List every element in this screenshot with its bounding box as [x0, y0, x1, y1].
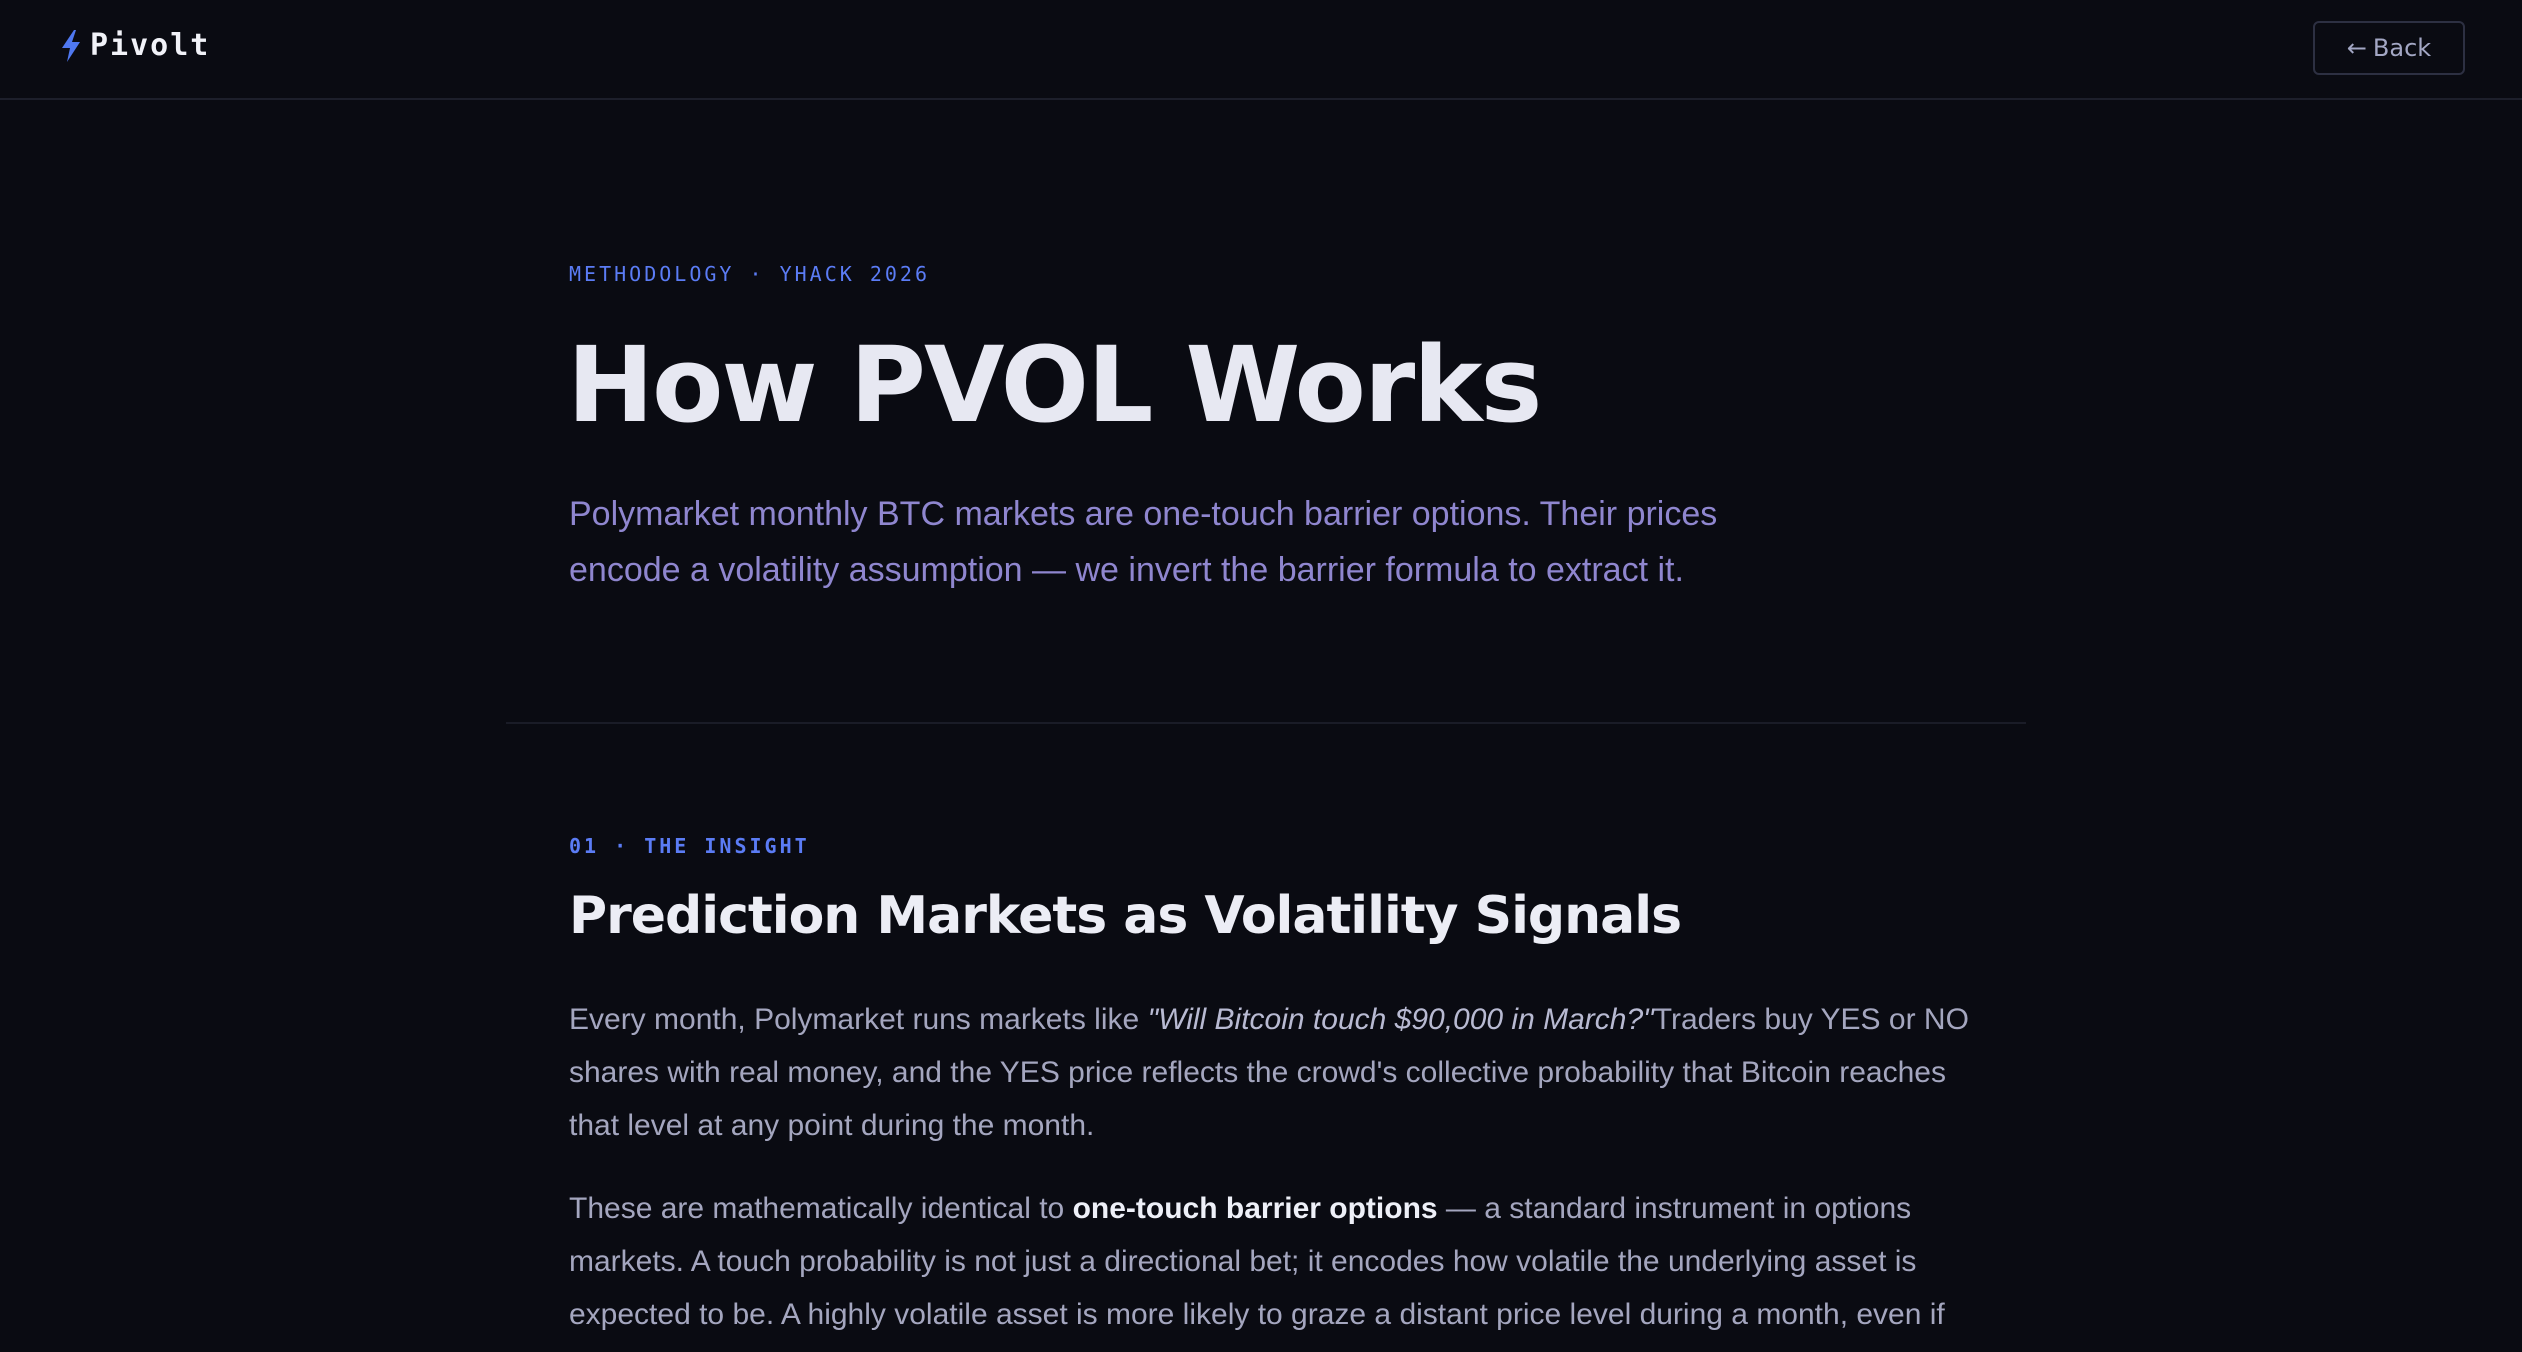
- section-paragraph-2: These are mathematically identical to on…: [569, 1182, 1989, 1341]
- paragraph-text: Every month, Polymarket runs markets lik…: [569, 1003, 1148, 1036]
- brand-logo[interactable]: Pivolt: [60, 28, 210, 63]
- section-paragraph-1: Every month, Polymarket runs markets lik…: [569, 993, 1989, 1152]
- page-title: How PVOL Works: [567, 324, 1542, 446]
- highlight-term: one-touch barrier options: [1072, 1192, 1438, 1225]
- arrow-left-icon: ←: [2346, 34, 2367, 62]
- back-button[interactable]: ← Back: [2313, 21, 2465, 75]
- section-title: Prediction Markets as Volatility Signals: [569, 886, 1682, 946]
- section-divider: [506, 722, 2026, 724]
- paragraph-text: These are mathematically identical to: [569, 1192, 1073, 1225]
- lightning-bolt-icon: [60, 29, 82, 62]
- hero-eyebrow: METHODOLOGY · YHACK 2026: [569, 262, 930, 286]
- back-button-label: Back: [2372, 34, 2432, 62]
- example-market-quote: "Will Bitcoin touch $90,000 in March?": [1147, 1003, 1654, 1036]
- brand-name: Pivolt: [90, 28, 211, 63]
- section-eyebrow: 01 · THE INSIGHT: [569, 834, 810, 858]
- page-subtitle: Polymarket monthly BTC markets are one-t…: [569, 495, 1718, 589]
- top-nav-bar: Pivolt ← Back: [0, 0, 2522, 100]
